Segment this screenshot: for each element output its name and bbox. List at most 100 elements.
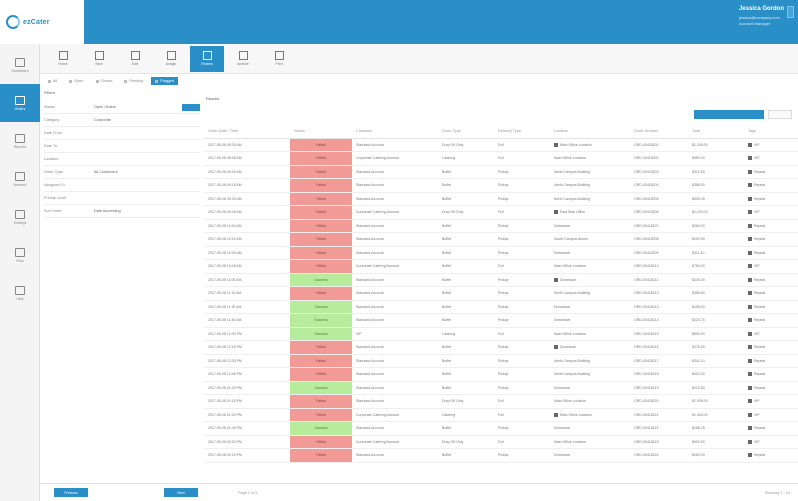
tab-pending[interactable]: Pending — [120, 77, 147, 85]
sidebar-item-files[interactable]: Files — [0, 236, 40, 274]
table-row[interactable]: 2017-05-08 11:00 AM Success Standard Accou… — [204, 273, 798, 287]
table-cell: Corporate Catering Account — [352, 408, 438, 422]
table-row[interactable]: 2017-05-08 11:45 AM Success Standard Accou… — [204, 313, 798, 328]
table-row[interactable]: 2017-05-08 08:45 AM Failed Corporate Cater… — [204, 151, 798, 166]
cell-text: Buffet — [442, 291, 452, 296]
sidebar-item-orders[interactable]: Orders — [0, 84, 40, 122]
tag-icon — [748, 277, 752, 282]
toolbar-new-button[interactable]: New — [82, 46, 116, 72]
table-row[interactable]: 2017-05-08 02:00 PM Failed Corporate Cater… — [204, 435, 798, 449]
cell-text: $1,245.00 — [692, 142, 708, 147]
table-cell: ORD-00418204 — [630, 178, 688, 193]
table-row[interactable]: 2017-05-08 09:30 AM Failed Standard Accoun… — [204, 192, 798, 206]
cell-text: Failed — [316, 183, 326, 188]
table-cell: $215.50 — [688, 381, 744, 395]
table-cell: Repeat — [744, 367, 798, 382]
table-cell: ORD-00418220 — [630, 394, 688, 409]
table-row[interactable]: 2017-05-08 08:30 AM Failed Standard Accoun… — [204, 138, 798, 152]
table-row[interactable]: 2017-05-08 12:45 PM Failed Standard Accoun… — [204, 367, 798, 382]
toolbar-print-button[interactable]: Print — [262, 46, 296, 72]
table-cell: ORD-00418215 — [630, 327, 688, 341]
table-row[interactable]: 2017-05-08 10:15 AM Failed Standard Accoun… — [204, 232, 798, 247]
cell-text: Drop Off Only — [442, 142, 464, 147]
table-row[interactable]: 2017-05-08 09:45 AM Failed Corporate Cater… — [204, 205, 798, 220]
table-row[interactable]: 2017-05-08 11:30 AM Success Standard Accou… — [204, 300, 798, 314]
table-row[interactable]: 2017-05-08 09:15 AM Failed Standard Accoun… — [204, 178, 798, 193]
sidebar-item-network[interactable]: Network — [0, 160, 40, 198]
status-badge: Failed — [290, 448, 352, 463]
toolbar-edit-button[interactable]: Edit — [118, 46, 152, 72]
logo-icon — [6, 15, 20, 29]
cell-text: Buffet — [442, 169, 452, 174]
column-header[interactable]: Customer — [352, 124, 438, 139]
cell-text: Failed — [316, 412, 326, 417]
cell-text: North Campus Building — [554, 196, 590, 201]
table-row[interactable]: 2017-05-08 10:30 AM Failed Standard Accoun… — [204, 246, 798, 260]
table-cell: Standard Account — [352, 286, 438, 301]
apply-filter-button[interactable] — [182, 103, 200, 111]
table-row[interactable]: 2017-05-08 02:15 PM Failed Standard Accoun… — [204, 448, 798, 463]
cell-text: ORD-00418216 — [634, 345, 659, 350]
table-cell: Buffet — [438, 354, 494, 368]
sidebar-item-dashboard[interactable]: Dashboard — [0, 46, 40, 84]
filter-input[interactable]: All Customers — [94, 170, 200, 174]
table-row[interactable]: 2017-05-08 09:00 AM Failed Standard Accoun… — [204, 165, 798, 179]
toolbar-home-button[interactable]: Home — [46, 46, 80, 72]
sidebar-item-settings[interactable]: Settings — [0, 198, 40, 236]
column-header[interactable]: Tags — [744, 124, 798, 139]
previous-button[interactable]: Previous — [54, 488, 88, 497]
status-badge: Success — [290, 327, 352, 341]
table-row[interactable]: 2017-05-08 01:15 PM Failed Standard Accoun… — [204, 394, 798, 409]
table-row[interactable]: 2017-05-08 10:45 AM Failed Corporate Cater… — [204, 259, 798, 274]
cell-text: Buffet — [442, 250, 452, 255]
next-button[interactable]: Next — [164, 488, 198, 497]
user-info[interactable]: Jessica Gordon jessica@company.com Accou… — [739, 6, 784, 27]
page-size-select[interactable] — [768, 110, 792, 119]
column-header[interactable]: Order Type — [438, 124, 494, 139]
toolbar-review-button[interactable]: Review — [190, 45, 224, 72]
toolbar-archive-button[interactable]: Archive — [226, 46, 260, 72]
filter-input[interactable]: Corporate — [94, 118, 200, 122]
table-row[interactable]: 2017-05-08 10:00 AM Failed Standard Accoun… — [204, 219, 798, 233]
cell-text: ORD-00418206 — [634, 210, 659, 215]
table-row[interactable]: 2017-05-08 01:30 PM Failed Corporate Cater… — [204, 408, 798, 422]
table-cell: Buffet — [438, 367, 494, 382]
filter-input[interactable]: Open Orders — [94, 105, 182, 109]
column-header[interactable]: Status — [290, 124, 352, 139]
tab-closed[interactable]: Closed — [92, 77, 117, 85]
user-menu-button[interactable] — [787, 6, 794, 18]
table-cell: Pickup — [494, 286, 550, 301]
export-button[interactable] — [694, 110, 764, 119]
sidebar-item-reports[interactable]: Reports — [0, 122, 40, 160]
column-header[interactable]: Total — [688, 124, 744, 139]
table-row[interactable]: 2017-05-08 11:15 AM Failed Standard Accoun… — [204, 286, 798, 301]
toolbar-assign-button[interactable]: Assign — [154, 46, 188, 72]
table-row[interactable]: 2017-05-08 01:45 PM Success Standard Accou… — [204, 421, 798, 436]
column-header[interactable]: Order Date / Time — [204, 124, 290, 139]
filter-input[interactable]: Date Ascending — [94, 209, 200, 213]
tag-icon — [748, 439, 752, 444]
tab-flagged[interactable]: Flagged — [151, 77, 179, 85]
column-header[interactable]: Order Number — [630, 124, 688, 139]
table-row[interactable]: 2017-05-08 12:30 PM Failed Standard Accoun… — [204, 354, 798, 368]
table-cell: Repeat — [744, 165, 798, 179]
sidebar-item-help[interactable]: Help — [0, 274, 40, 312]
cell-text: Buffet — [442, 453, 452, 458]
table-row[interactable]: 2017-05-08 12:15 PM Failed Standard Accoun… — [204, 340, 798, 355]
cell-text: Standard Account — [356, 142, 384, 147]
cell-text: 2017-05-08 01:30 PM — [208, 412, 242, 417]
table-row[interactable]: 2017-05-08 01:00 PM Success Standard Accou… — [204, 381, 798, 395]
results-summary: Showing 1 - 24 — [764, 490, 790, 495]
cell-text: 2017-05-08 12:30 PM — [208, 358, 242, 363]
cell-text: ORD-00418207 — [634, 223, 659, 228]
app-logo[interactable]: ezCater — [0, 0, 84, 44]
table-row[interactable]: 2017-05-08 12:00 PM Success VIP Catering Ful… — [204, 327, 798, 341]
tab-label: Pending — [129, 79, 144, 83]
column-header[interactable]: Location — [550, 124, 630, 139]
tab-open[interactable]: Open — [65, 77, 87, 85]
cell-text: Main Office Location — [560, 142, 592, 147]
tag-icon — [748, 183, 752, 188]
table-cell: Standard Account — [352, 313, 438, 328]
tab-all[interactable]: All — [44, 77, 61, 85]
column-header[interactable]: Delivery Type — [494, 124, 550, 139]
